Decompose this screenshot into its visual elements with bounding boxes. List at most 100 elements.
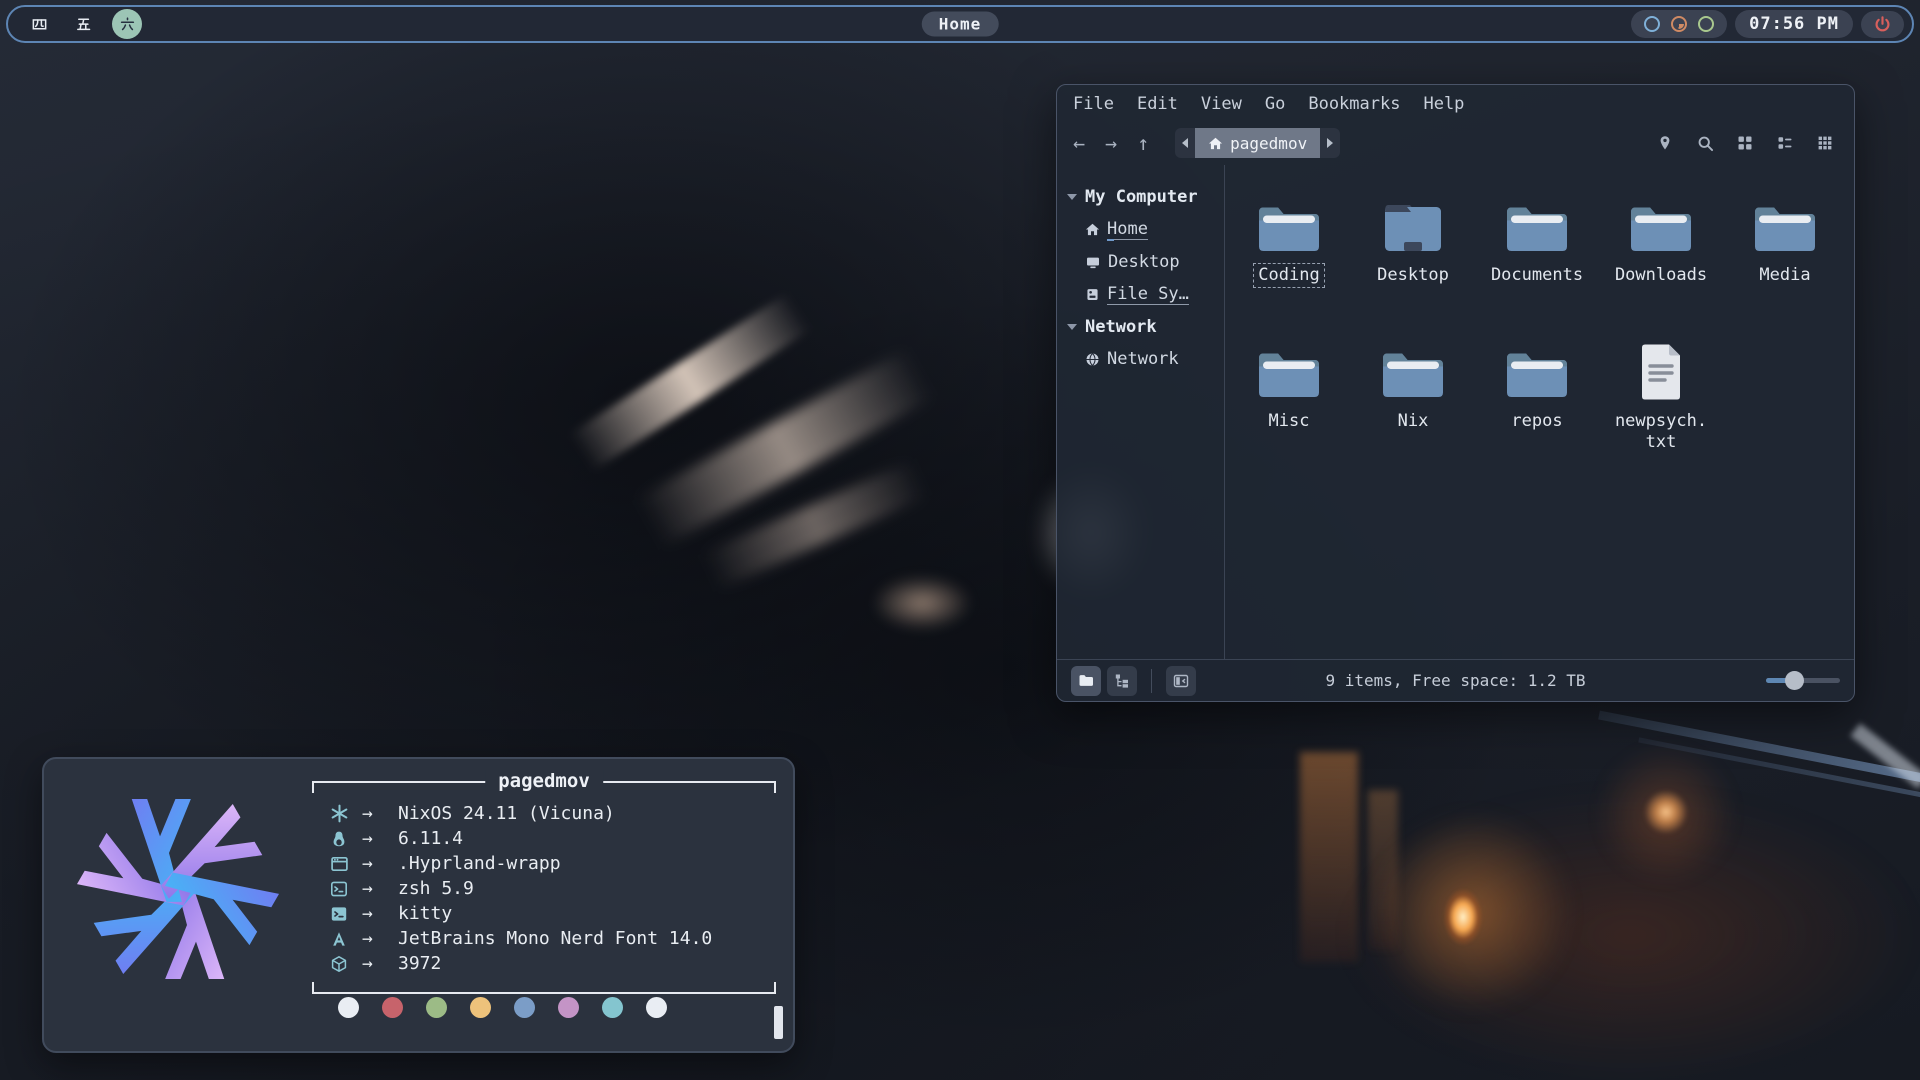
power-button[interactable] <box>1861 11 1904 38</box>
menu-go[interactable]: Go <box>1265 94 1285 114</box>
menu-bookmarks[interactable]: Bookmarks <box>1308 94 1400 114</box>
file-grid: Coding DesktopDocumentsDownloads Media Misc… <box>1227 187 1847 479</box>
palette-dot <box>382 997 403 1018</box>
wedge-fill <box>1674 19 1684 29</box>
folder-icon <box>1257 333 1321 401</box>
fetch-widget: pagedmov →NixOS 24.11 (Vicuna)→6.11.4→.H… <box>42 757 795 1053</box>
forward-button[interactable]: → <box>1105 131 1117 155</box>
wallpaper-light-sliver <box>1850 723 1920 789</box>
file-label: repos <box>1506 409 1567 434</box>
side-pane-toggle[interactable] <box>1166 666 1196 696</box>
home-icon <box>1208 136 1223 151</box>
zoom-slider-knob[interactable] <box>1785 671 1804 690</box>
fetch-value: NixOS 24.11 (Vicuna) <box>398 803 615 824</box>
fetch-info-box: pagedmov →NixOS 24.11 (Vicuna)→6.11.4→.H… <box>312 781 776 994</box>
path-scroll-right-button[interactable] <box>1320 128 1340 158</box>
icon-view-icon[interactable] <box>1732 130 1758 156</box>
folder-icon <box>1753 187 1817 255</box>
back-button[interactable]: ← <box>1073 131 1085 155</box>
location-pin-icon[interactable] <box>1652 130 1678 156</box>
file-label: Coding <box>1253 263 1324 288</box>
sidebar-item-label: Home <box>1107 219 1148 240</box>
circle-blue-icon[interactable] <box>1644 16 1660 32</box>
up-button[interactable]: ↑ <box>1137 131 1149 155</box>
file-item-newpsych-txt[interactable]: newpsych.txt <box>1599 333 1723 479</box>
workspace-kanji-four[interactable]: 四 <box>24 9 54 39</box>
compact-view-icon[interactable] <box>1812 130 1838 156</box>
wallpaper-hair-highlight <box>702 460 928 590</box>
circle-orange-wedge-icon[interactable] <box>1671 16 1687 32</box>
file-manager-window: File Edit View Go Bookmarks Help ← → ↑ pagedm… <box>1056 84 1855 702</box>
file-label: newpsych.txt <box>1609 409 1713 456</box>
path-segment-label: pagedmov <box>1230 134 1307 153</box>
sidebar-item-filesy[interactable]: File Sy… <box>1057 278 1224 311</box>
sidebar-item-desktop[interactable]: Desktop <box>1057 246 1224 278</box>
sidebar-section-my-computer[interactable]: My Computer <box>1057 181 1224 213</box>
sidebar: My Computer Home Desktop File Sy… Network Net… <box>1057 165 1224 659</box>
folder-icon <box>1257 187 1321 255</box>
folder-icon <box>1505 187 1569 255</box>
circle-green-icon[interactable] <box>1698 16 1714 32</box>
clock[interactable]: 07:56 PM <box>1735 10 1853 38</box>
zoom-slider[interactable] <box>1766 672 1840 690</box>
fetch-row: →3972 <box>330 951 770 976</box>
collapse-triangle-icon <box>1067 324 1077 330</box>
menu-edit[interactable]: Edit <box>1137 94 1178 114</box>
search-icon[interactable] <box>1692 130 1718 156</box>
kanji-four-glyph-icon <box>31 16 48 33</box>
file-label: Media <box>1754 263 1815 288</box>
menu-view[interactable]: View <box>1201 94 1242 114</box>
file-item-media[interactable]: Media <box>1723 187 1847 333</box>
path-scroll-left-button[interactable] <box>1175 128 1195 158</box>
fetch-row: →6.11.4 <box>330 826 770 851</box>
terminal-color-palette <box>338 997 667 1018</box>
sidebar-section-network[interactable]: Network <box>1057 311 1224 343</box>
file-label: Nix <box>1393 409 1434 434</box>
sidebar-item-home[interactable]: Home <box>1057 213 1224 246</box>
globe-icon <box>1085 352 1100 367</box>
arrow-icon: → <box>362 953 398 974</box>
menu-help[interactable]: Help <box>1423 94 1464 114</box>
nixos-icon <box>330 804 362 823</box>
sidebar-item-label: Network <box>1107 349 1179 369</box>
file-item-desktop[interactable]: Desktop <box>1351 187 1475 333</box>
file-item-documents[interactable]: Documents <box>1475 187 1599 333</box>
folder-icon <box>1505 333 1569 401</box>
sidebar-item-label: Desktop <box>1108 252 1180 272</box>
file-item-nix[interactable]: Nix <box>1351 333 1475 479</box>
wm-icon <box>330 855 362 873</box>
kanji-five-glyph-icon <box>75 16 92 33</box>
arrow-icon: → <box>362 903 398 924</box>
file-item-downloads[interactable]: Downloads <box>1599 187 1723 333</box>
tree-pane-toggle[interactable] <box>1107 666 1137 696</box>
workspace-kanji-six[interactable]: 六 <box>112 9 142 39</box>
arrow-icon: → <box>362 853 398 874</box>
file-item-repos[interactable]: repos <box>1475 333 1599 479</box>
wallpaper-candle-ambience <box>1340 790 1920 1080</box>
terminal-icon <box>330 905 362 923</box>
status-bar: 9 items, Free space: 1.2 TB <box>1057 659 1854 701</box>
file-item-coding[interactable]: Coding <box>1227 187 1351 333</box>
fetch-row: →.Hyprland-wrapp <box>330 851 770 876</box>
system-tray[interactable] <box>1631 10 1727 38</box>
menu-file[interactable]: File <box>1073 94 1114 114</box>
nixos-logo <box>72 783 284 995</box>
wallpaper-lamp-halo <box>1596 744 1736 884</box>
fetch-row: →zsh 5.9 <box>330 876 770 901</box>
file-item-misc[interactable]: Misc <box>1227 333 1351 479</box>
wallpaper-hair-highlight <box>636 348 934 547</box>
fetch-value: kitty <box>398 903 452 924</box>
collapse-triangle-icon <box>1067 194 1077 200</box>
workspace-kanji-five[interactable]: 五 <box>68 9 98 39</box>
packages-icon <box>330 955 362 973</box>
sidebar-section-label: Network <box>1085 317 1157 337</box>
places-pane-toggle[interactable] <box>1071 666 1101 696</box>
sidebar-item-network[interactable]: Network <box>1057 343 1224 375</box>
fetch-value: 6.11.4 <box>398 828 463 849</box>
path-segment-home[interactable]: pagedmov <box>1195 128 1320 158</box>
palette-dot <box>338 997 359 1018</box>
toolbar: ← → ↑ pagedmov <box>1057 121 1854 165</box>
arrow-icon: → <box>362 928 398 949</box>
list-view-icon[interactable] <box>1772 130 1798 156</box>
fetch-value: 3972 <box>398 953 441 974</box>
